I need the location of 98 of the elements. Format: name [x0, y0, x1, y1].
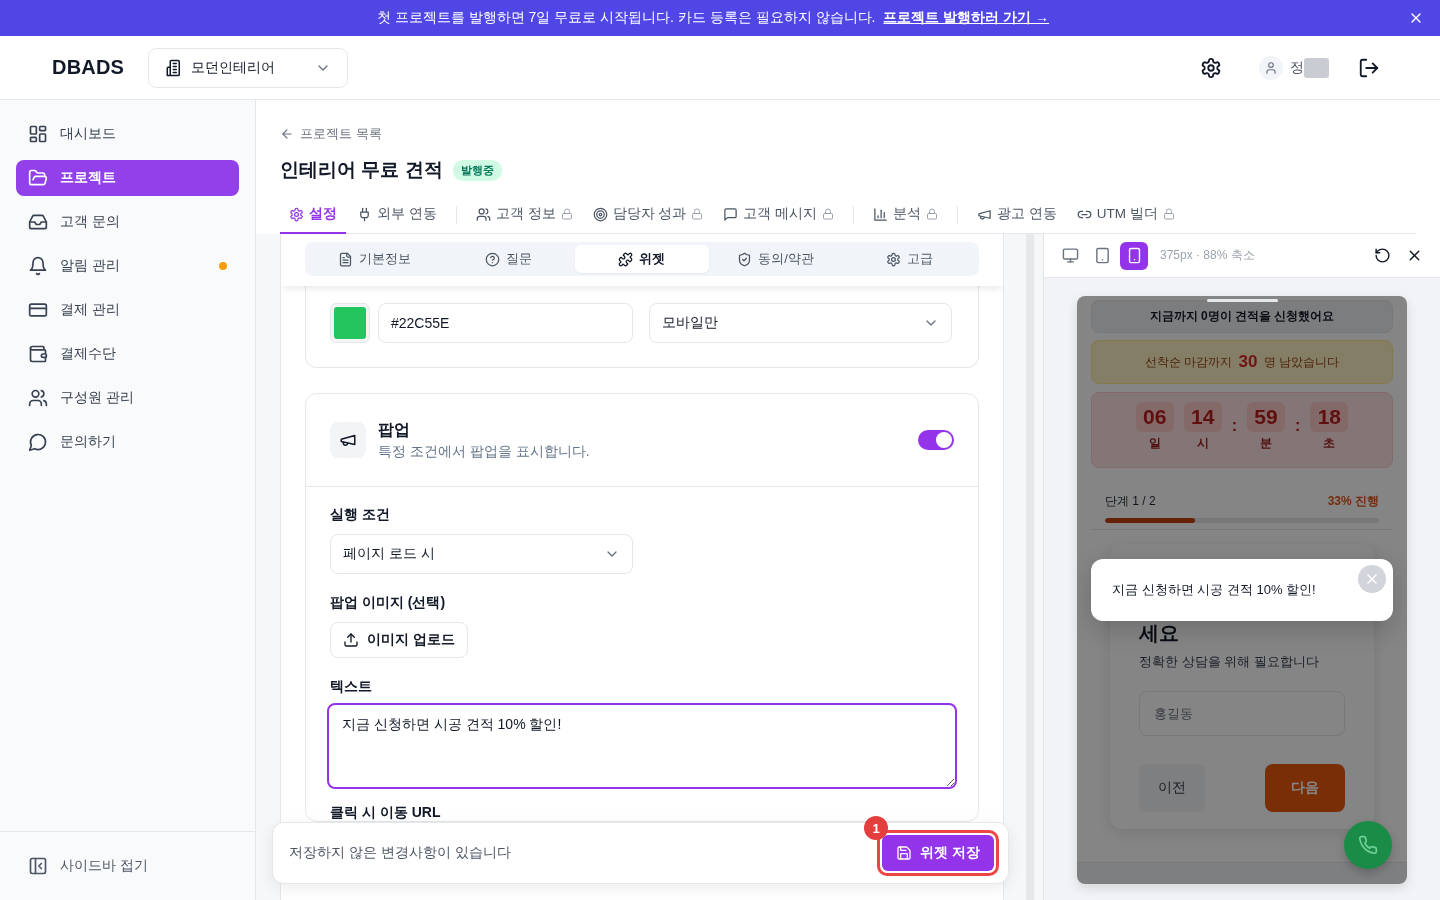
popup-text-field[interactable]: 지금 신청하면 시공 견적 10% 할인! [327, 703, 957, 789]
popup-message: 지금 신청하면 시공 견적 10% 할인! [1112, 581, 1316, 599]
name-input-field[interactable]: 홍길동 [1139, 691, 1345, 736]
announcement-text: 첫 프로젝트를 발행하면 7일 무료로 시작됩니다. 카드 등록은 필요하지 않습니다. [376, 9, 876, 27]
form-heading: 세요 [1139, 621, 1180, 645]
countdown-unit-label: 시 [1196, 435, 1209, 451]
unsaved-message: 저장하지 않은 변경사항이 있습니다 [289, 844, 511, 862]
shield-check-icon [737, 251, 753, 267]
subtab[interactable]: 고급 [842, 245, 976, 273]
countdown-unit-label: 분 [1260, 435, 1272, 451]
plug-icon [357, 206, 372, 222]
tab[interactable]: 분석 [864, 196, 948, 234]
countdown-separator: : [1295, 416, 1301, 436]
tab[interactable]: UTM 빌더 [1067, 196, 1184, 234]
subtab[interactable]: 기본정보 [308, 245, 442, 273]
color-swatch[interactable] [330, 303, 370, 343]
save-widget-button[interactable]: 위젯 저장 [882, 835, 994, 871]
color-hex-field[interactable]: #22C55E [378, 303, 633, 343]
user-avatar-icon [1259, 55, 1283, 80]
target-icon [592, 206, 608, 222]
tab[interactable]: 고객 정보 [466, 196, 582, 234]
countdown-unit-label: 일 [1148, 435, 1161, 451]
section-description: 특정 조건에서 팝업을 표시합니다. [378, 442, 590, 461]
publish-project-link[interactable]: 프로젝트 발행하러 가기 → [883, 9, 1050, 27]
tab[interactable]: 광고 연동 [968, 196, 1066, 234]
monitor-icon [1061, 247, 1079, 264]
chat-bubble-icon [28, 432, 48, 452]
dashboard-icon [28, 124, 48, 144]
remaining-slots-notice: 선착순 마감까지 30 명 남았습니다 [1091, 340, 1393, 384]
refresh-icon [1373, 247, 1391, 264]
subtab[interactable]: 질문 [441, 245, 576, 273]
countdown-digits: 18 [1310, 402, 1349, 432]
sidebar-item[interactable]: 알림 관리 [16, 248, 239, 284]
logout-icon [1358, 56, 1380, 79]
countdown-separator: : [1231, 416, 1237, 436]
step-label: 단계 1 / 2 [1105, 494, 1156, 508]
popup-toggle[interactable] [918, 430, 954, 450]
page-title: 인테리어 무료 견적 [280, 158, 443, 182]
dropdown-select[interactable]: 모바일만 [649, 303, 952, 343]
sidebar-item[interactable]: 고객 문의 [16, 204, 239, 240]
tablet-icon [1093, 247, 1111, 264]
puzzle-icon [618, 251, 634, 267]
collapse-sidebar-button[interactable]: 사이드바 접기 [16, 848, 239, 884]
subtab[interactable]: 동의/약관 [708, 245, 843, 273]
user-name: 정 [1290, 58, 1304, 77]
field-label: 실행 조건 [330, 505, 390, 524]
upload-icon [343, 632, 359, 648]
sidebar-item[interactable]: 결제 관리 [16, 292, 239, 328]
field-label: 클릭 시 이동 URL [330, 803, 441, 821]
document-icon [338, 251, 354, 267]
project-selector[interactable]: 모던인테리어 [148, 47, 349, 88]
sidebar-item[interactable]: 대시보드 [16, 116, 239, 152]
status-badge: 발행중 [452, 159, 502, 181]
tab[interactable]: 담당자 성과 [583, 196, 713, 234]
sidebar-item[interactable]: 결제수단 [16, 336, 239, 372]
back-link[interactable]: 프로젝트 목록 [280, 124, 382, 144]
upload-image-button[interactable]: 이미지 업로드 [330, 622, 468, 658]
form-description: 정확한 상담을 위해 필요합니다 [1139, 653, 1320, 671]
save-icon [896, 845, 913, 861]
countdown-unit-label: 초 [1323, 435, 1336, 451]
tab[interactable]: 외부 연동 [348, 196, 446, 234]
bar-chart-icon [873, 206, 889, 222]
help-icon [484, 251, 500, 267]
settings-icon [1200, 56, 1222, 79]
sidebar-panel-icon [28, 856, 48, 876]
applicant-count-notice: 지금까지 0명이 견적을 신청했어요 [1091, 300, 1393, 333]
bell-icon [28, 256, 48, 276]
folder-icon [28, 168, 48, 188]
logout-button[interactable] [1358, 56, 1380, 79]
trigger-select[interactable]: 페이지 로드 시 [330, 534, 633, 574]
settings-icon [885, 251, 901, 267]
sidebar-item[interactable]: 프로젝트 [16, 160, 239, 196]
sidebar-item[interactable]: 구성원 관리 [16, 380, 239, 416]
countdown-digits: 06 [1135, 402, 1174, 432]
credit-card-icon [28, 300, 48, 320]
megaphone-icon [330, 422, 366, 458]
subtab[interactable]: 위젯 [575, 245, 709, 273]
field-label: 텍스트 [330, 677, 372, 696]
redacted-name-block [1304, 57, 1329, 78]
settings-icon [289, 206, 304, 222]
logo-text: DBADS [52, 56, 125, 79]
preview-scale-info: 375px · 88% 축소 [1160, 247, 1255, 264]
countdown-digits: 59 [1247, 402, 1285, 432]
chat-bubble-icon [723, 206, 739, 222]
field-label: 팝업 이미지 (선택) [330, 593, 446, 612]
settings-button[interactable] [1200, 56, 1222, 79]
inbox-icon [28, 212, 48, 232]
section-title: 팝업 [378, 420, 411, 440]
device-button[interactable] [1120, 241, 1148, 270]
sidebar-item[interactable]: 문의하기 [16, 424, 239, 460]
progress-percent: 33% 진행 [1327, 494, 1379, 508]
tab[interactable]: 고객 메시지 [714, 196, 844, 234]
users-icon [28, 388, 48, 408]
drag-handle [1207, 299, 1278, 302]
wallet-icon [28, 344, 48, 364]
countdown-digits: 14 [1183, 402, 1222, 432]
users-icon [475, 206, 491, 222]
phone-icon [1358, 835, 1378, 855]
